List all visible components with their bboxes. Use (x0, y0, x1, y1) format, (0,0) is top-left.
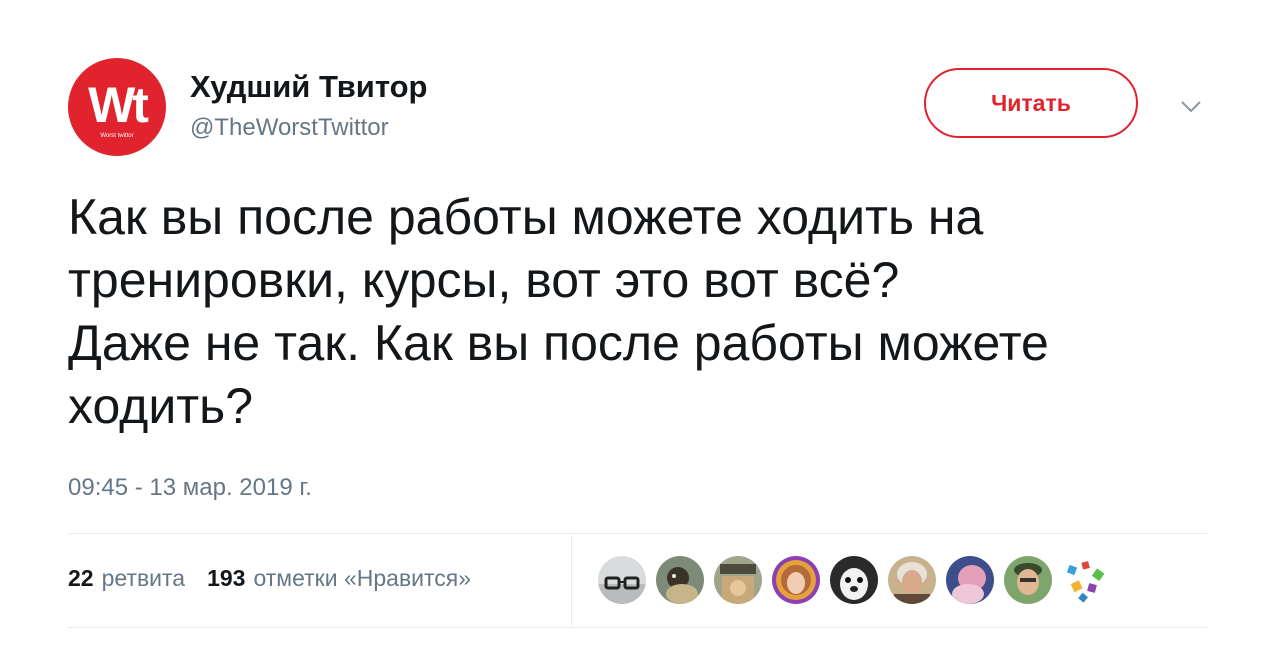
likes-stat[interactable]: 193 отметки «Нравится» (207, 562, 471, 594)
retweets-stat[interactable]: 22 ретвита (68, 562, 185, 594)
liker-avatar[interactable] (1062, 556, 1110, 604)
divider-top (68, 533, 1207, 534)
liker-avatar[interactable] (772, 556, 820, 604)
tweet-card: Wt Worst twittor Худший Твитор @TheWorst… (0, 0, 1280, 646)
chevron-down-icon (1181, 101, 1201, 113)
avatar-elder-icon (888, 556, 936, 604)
liker-avatar[interactable] (598, 556, 646, 604)
avatar-portrait-icon (946, 556, 994, 604)
tweet-timestamp[interactable]: 09:45 - 13 мар. 2019 г. (68, 472, 312, 504)
liker-avatar[interactable] (946, 556, 994, 604)
avatar-woman-icon (772, 556, 820, 604)
likes-count: 193 (207, 565, 246, 591)
avatar-man-icon (1004, 556, 1052, 604)
liker-avatar[interactable] (656, 556, 704, 604)
tweet-stats: 22 ретвита 193 отметки «Нравится» (68, 562, 471, 594)
divider-bottom (68, 627, 1207, 628)
avatar-animal-icon (656, 556, 704, 604)
author-display-name[interactable]: Худший Твитор (190, 68, 428, 106)
liker-avatar[interactable] (1004, 556, 1052, 604)
avatar-logo-subtext: Worst twittor (100, 133, 134, 139)
liker-avatar[interactable] (888, 556, 936, 604)
retweets-count: 22 (68, 565, 94, 591)
author-avatar[interactable]: Wt Worst twittor (68, 58, 166, 156)
tweet-text: Как вы после работы можете ходить на тре… (68, 189, 1049, 434)
avatar-dog-icon (830, 556, 878, 604)
more-options-button[interactable] (1174, 94, 1208, 120)
stats-separator (571, 535, 572, 627)
avatar-logo-text: Wt (88, 77, 149, 133)
retweets-label: ретвита (101, 565, 186, 591)
liker-avatar[interactable] (714, 556, 762, 604)
likers-avatar-row (598, 556, 1120, 604)
avatar-sign-icon (714, 556, 762, 604)
likes-label: отметки «Нравится» (253, 565, 472, 591)
author-handle[interactable]: @TheWorstTwittor (190, 112, 389, 144)
avatar-gems-icon (1062, 556, 1110, 604)
follow-button[interactable]: Читать (924, 68, 1138, 138)
liker-avatar[interactable] (830, 556, 878, 604)
avatar-glasses-icon (598, 556, 646, 604)
